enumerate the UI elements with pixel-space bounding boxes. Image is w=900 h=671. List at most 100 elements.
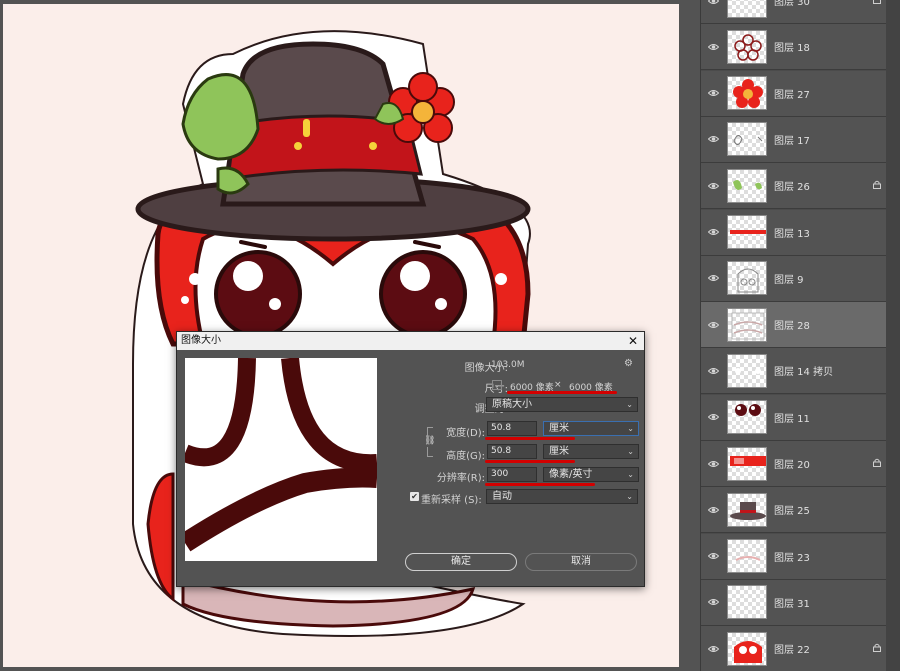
eye-icon[interactable] <box>701 135 725 143</box>
height-unit-select[interactable]: 厘米 ⌄ <box>543 444 639 459</box>
layer-row[interactable]: 图层 23 <box>701 533 887 580</box>
layer-thumbnail[interactable] <box>727 585 767 620</box>
image-size-value: 103.0M <box>491 360 525 370</box>
image-size-dialog: 图像大小 ✕ 图像大小: 103.0M ⚙ 尺寸: ⌄ 6000 像素 × 60… <box>176 331 645 587</box>
layer-name[interactable]: 图层 25 <box>774 502 867 517</box>
eye-icon[interactable] <box>701 0 725 5</box>
layer-row[interactable]: 图层 18 <box>701 24 887 71</box>
eye-icon[interactable] <box>701 645 725 653</box>
resize-value: 原稿大小 <box>492 399 532 410</box>
layer-thumbnail[interactable] <box>727 539 767 574</box>
eye-icon[interactable] <box>701 182 725 190</box>
chevron-down-icon: ⌄ <box>627 424 634 433</box>
resolution-label: 分辨率(R): <box>436 473 485 484</box>
eye-icon[interactable] <box>701 43 725 51</box>
annotation-underline <box>507 391 617 394</box>
layer-thumbnail[interactable] <box>727 76 767 111</box>
width-label: 宽度(D): <box>446 428 485 439</box>
cancel-button[interactable]: 取消 <box>525 553 637 571</box>
layer-thumbnail[interactable] <box>727 122 767 157</box>
layer-name[interactable]: 图层 13 <box>774 225 867 240</box>
width-unit-value: 厘米 <box>549 423 569 434</box>
layer-thumbnail[interactable] <box>727 492 767 527</box>
eye-icon[interactable] <box>701 274 725 282</box>
layer-name[interactable]: 图层 26 <box>774 178 867 193</box>
layer-thumbnail[interactable] <box>727 307 767 342</box>
eye-icon[interactable] <box>701 413 725 421</box>
layer-name[interactable]: 图层 28 <box>774 317 867 332</box>
resize-select[interactable]: 原稿大小 ⌄ <box>486 397 638 412</box>
resample-select[interactable]: 自动 ⌄ <box>486 489 638 504</box>
layer-name[interactable]: 图层 27 <box>774 86 867 101</box>
layer-row[interactable]: 图层 30 <box>701 0 887 24</box>
lock-icon <box>867 643 887 655</box>
eye-icon[interactable] <box>701 598 725 606</box>
lock-icon <box>867 458 887 470</box>
layer-thumbnail[interactable] <box>727 215 767 249</box>
layer-thumbnail[interactable] <box>727 168 767 203</box>
layer-row[interactable]: 图层 11 <box>701 394 887 441</box>
layer-row[interactable]: 图层 28 <box>701 302 887 349</box>
photoshop-window: 图层 30 图层 18 图层 27 图层 17 图层 26 图层 13 图层 9 图层 28 图… <box>0 0 900 671</box>
annotation-underline <box>485 460 575 463</box>
resample-label: 重新采样 (S): <box>421 495 482 506</box>
layer-row[interactable]: 图层 25 <box>701 487 887 534</box>
close-icon[interactable]: ✕ <box>628 332 638 350</box>
layer-row[interactable]: 图层 17 <box>701 116 887 163</box>
chevron-down-icon: ⌄ <box>627 447 634 456</box>
layer-name[interactable]: 图层 18 <box>774 39 867 54</box>
annotation-underline <box>485 437 575 440</box>
layers-panel: 图层 30 图层 18 图层 27 图层 17 图层 26 图层 13 图层 9 图层 28 图… <box>700 0 900 671</box>
dimensions-times: × <box>554 380 562 390</box>
lock-icon <box>867 0 887 7</box>
layer-name[interactable]: 图层 17 <box>774 132 867 147</box>
resolution-unit-value: 像素/英寸 <box>549 469 593 480</box>
resample-checkbox[interactable]: ✔ <box>410 492 419 501</box>
layer-row[interactable]: 图层 31 <box>701 579 887 626</box>
layer-row[interactable]: 图层 14 拷贝 <box>701 348 887 395</box>
layer-name[interactable]: 图层 11 <box>774 410 867 425</box>
layer-row[interactable]: 图层 13 <box>701 209 887 256</box>
eye-icon[interactable] <box>701 321 725 329</box>
layer-thumbnail[interactable] <box>727 400 767 435</box>
width-unit-select[interactable]: 厘米 ⌄ <box>543 421 639 436</box>
ok-button[interactable]: 确定 <box>405 553 517 571</box>
layer-name[interactable]: 图层 31 <box>774 595 867 610</box>
chevron-down-icon[interactable]: ⌄ <box>492 380 502 390</box>
layer-thumbnail[interactable] <box>727 0 767 18</box>
eye-icon[interactable] <box>701 367 725 375</box>
resolution-unit-select[interactable]: 像素/英寸 ⌄ <box>543 467 639 482</box>
layer-name[interactable]: 图层 9 <box>774 271 867 286</box>
layer-thumbnail[interactable] <box>727 631 767 666</box>
eye-icon[interactable] <box>701 89 725 97</box>
layer-name[interactable]: 图层 22 <box>774 641 867 656</box>
layer-name[interactable]: 图层 14 拷贝 <box>774 363 867 378</box>
eye-icon[interactable] <box>701 460 725 468</box>
layer-row[interactable]: 图层 9 <box>701 255 887 302</box>
height-input[interactable]: 50.8 <box>487 444 537 459</box>
layer-thumbnail[interactable] <box>727 446 767 481</box>
annotation-underline <box>485 483 595 486</box>
layer-name[interactable]: 图层 30 <box>774 0 867 8</box>
eye-icon[interactable] <box>701 552 725 560</box>
layer-row[interactable]: 图层 20 <box>701 441 887 487</box>
resolution-input[interactable]: 300 <box>487 467 537 482</box>
height-unit-value: 厘米 <box>549 446 569 457</box>
preview-image[interactable] <box>185 358 377 561</box>
layer-row[interactable]: 图层 27 <box>701 70 887 117</box>
layer-thumbnail[interactable] <box>727 29 767 64</box>
width-input[interactable]: 50.8 <box>487 421 537 436</box>
chevron-down-icon: ⌄ <box>626 400 633 409</box>
dialog-title: 图像大小 <box>177 332 644 350</box>
layer-thumbnail[interactable] <box>727 261 767 296</box>
eye-icon[interactable] <box>701 506 725 514</box>
gear-icon[interactable]: ⚙ <box>624 358 633 369</box>
eye-icon[interactable] <box>701 228 725 236</box>
layer-name[interactable]: 图层 23 <box>774 549 867 564</box>
layer-thumbnail[interactable] <box>727 353 767 388</box>
layer-row[interactable]: 图层 22 <box>701 626 887 671</box>
layers-scrollbar[interactable] <box>886 0 900 671</box>
layer-row[interactable]: 图层 26 <box>701 163 887 210</box>
height-label: 高度(G): <box>446 451 485 462</box>
layer-name[interactable]: 图层 20 <box>774 456 867 471</box>
